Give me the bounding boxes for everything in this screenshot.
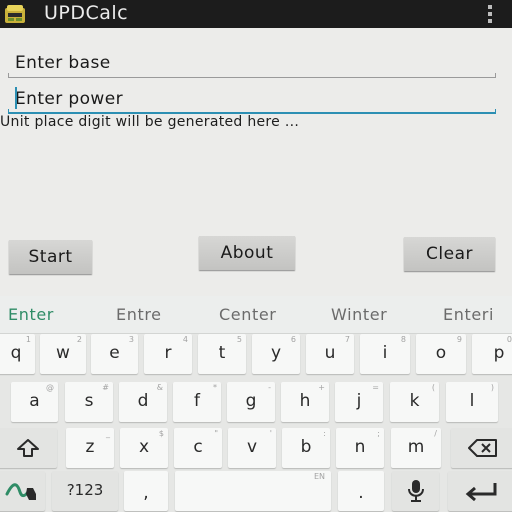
overflow-menu-icon[interactable] bbox=[482, 3, 498, 25]
shift-key[interactable] bbox=[0, 428, 57, 468]
key-g[interactable]: -g bbox=[227, 382, 275, 422]
base-input[interactable] bbox=[8, 48, 496, 78]
action-bar: UPDCalc bbox=[0, 0, 512, 28]
key-t[interactable]: 5t bbox=[198, 334, 246, 374]
microphone-icon bbox=[407, 480, 424, 502]
main-content: Unit place digit will be generated here … bbox=[0, 28, 512, 296]
suggestion-item[interactable]: Entre bbox=[116, 305, 162, 324]
key-v[interactable]: ' v bbox=[228, 428, 276, 468]
start-button[interactable]: Start bbox=[9, 240, 92, 274]
key-q[interactable]: 1q bbox=[0, 334, 35, 374]
key-c[interactable]: " c bbox=[174, 428, 222, 468]
key-m[interactable]: / m bbox=[391, 428, 441, 468]
key-o[interactable]: 9o bbox=[416, 334, 466, 374]
key-y[interactable]: 6y bbox=[252, 334, 300, 374]
key-h[interactable]: + h bbox=[281, 382, 329, 422]
text-cursor bbox=[15, 87, 17, 109]
soft-keyboard: Enter Entre Center Winter Enteri 1q 2w 3… bbox=[0, 296, 512, 512]
key-f[interactable]: * f bbox=[173, 382, 221, 422]
gesture-typing-key[interactable] bbox=[0, 471, 45, 511]
suggestion-item[interactable]: Winter bbox=[331, 305, 387, 324]
power-input[interactable] bbox=[8, 84, 496, 114]
result-text: Unit place digit will be generated here … bbox=[0, 114, 300, 130]
key-k[interactable]: (k bbox=[390, 382, 439, 422]
key-z[interactable]: _ z bbox=[66, 428, 114, 468]
about-button[interactable]: About bbox=[199, 236, 295, 270]
key-j[interactable]: = j bbox=[335, 382, 383, 422]
key-d[interactable]: & d bbox=[119, 382, 167, 422]
app-title: UPDCalc bbox=[44, 2, 129, 24]
key-s[interactable]: # s bbox=[65, 382, 113, 422]
backspace-key[interactable] bbox=[451, 428, 512, 468]
key-p[interactable]: 0p bbox=[472, 334, 512, 374]
space-key[interactable]: EN bbox=[175, 471, 331, 511]
enter-icon bbox=[465, 483, 497, 501]
key-x[interactable]: $ x bbox=[120, 428, 168, 468]
shift-icon bbox=[16, 439, 39, 457]
app-icon bbox=[4, 4, 26, 24]
suggestion-strip: Enter Entre Center Winter Enteri bbox=[0, 296, 512, 334]
key-r[interactable]: 4r bbox=[144, 334, 192, 374]
base-field[interactable] bbox=[8, 48, 496, 78]
key-l[interactable]: ) l bbox=[446, 382, 498, 422]
key-u[interactable]: 7u bbox=[306, 334, 354, 374]
voice-input-key[interactable] bbox=[392, 471, 439, 511]
symbols-key[interactable]: ?123 bbox=[52, 471, 118, 511]
suggestion-item[interactable]: Enter bbox=[8, 305, 54, 324]
key-b[interactable]: :b bbox=[282, 428, 330, 468]
suggestion-item[interactable]: Enteri bbox=[443, 305, 494, 324]
key-n[interactable]: ; n bbox=[336, 428, 384, 468]
suggestion-item[interactable]: Center bbox=[219, 305, 276, 324]
period-key[interactable]: . bbox=[338, 471, 384, 511]
comma-key[interactable]: , bbox=[124, 471, 168, 511]
clear-button[interactable]: Clear bbox=[404, 237, 495, 271]
key-e[interactable]: 3e bbox=[91, 334, 138, 374]
gesture-typing-icon bbox=[5, 483, 36, 500]
key-w[interactable]: 2w bbox=[40, 334, 86, 374]
key-i[interactable]: 8i bbox=[360, 334, 410, 374]
enter-key[interactable] bbox=[448, 471, 512, 511]
key-a[interactable]: @ a bbox=[11, 382, 58, 422]
backspace-icon bbox=[467, 439, 497, 457]
power-field[interactable] bbox=[8, 84, 496, 114]
